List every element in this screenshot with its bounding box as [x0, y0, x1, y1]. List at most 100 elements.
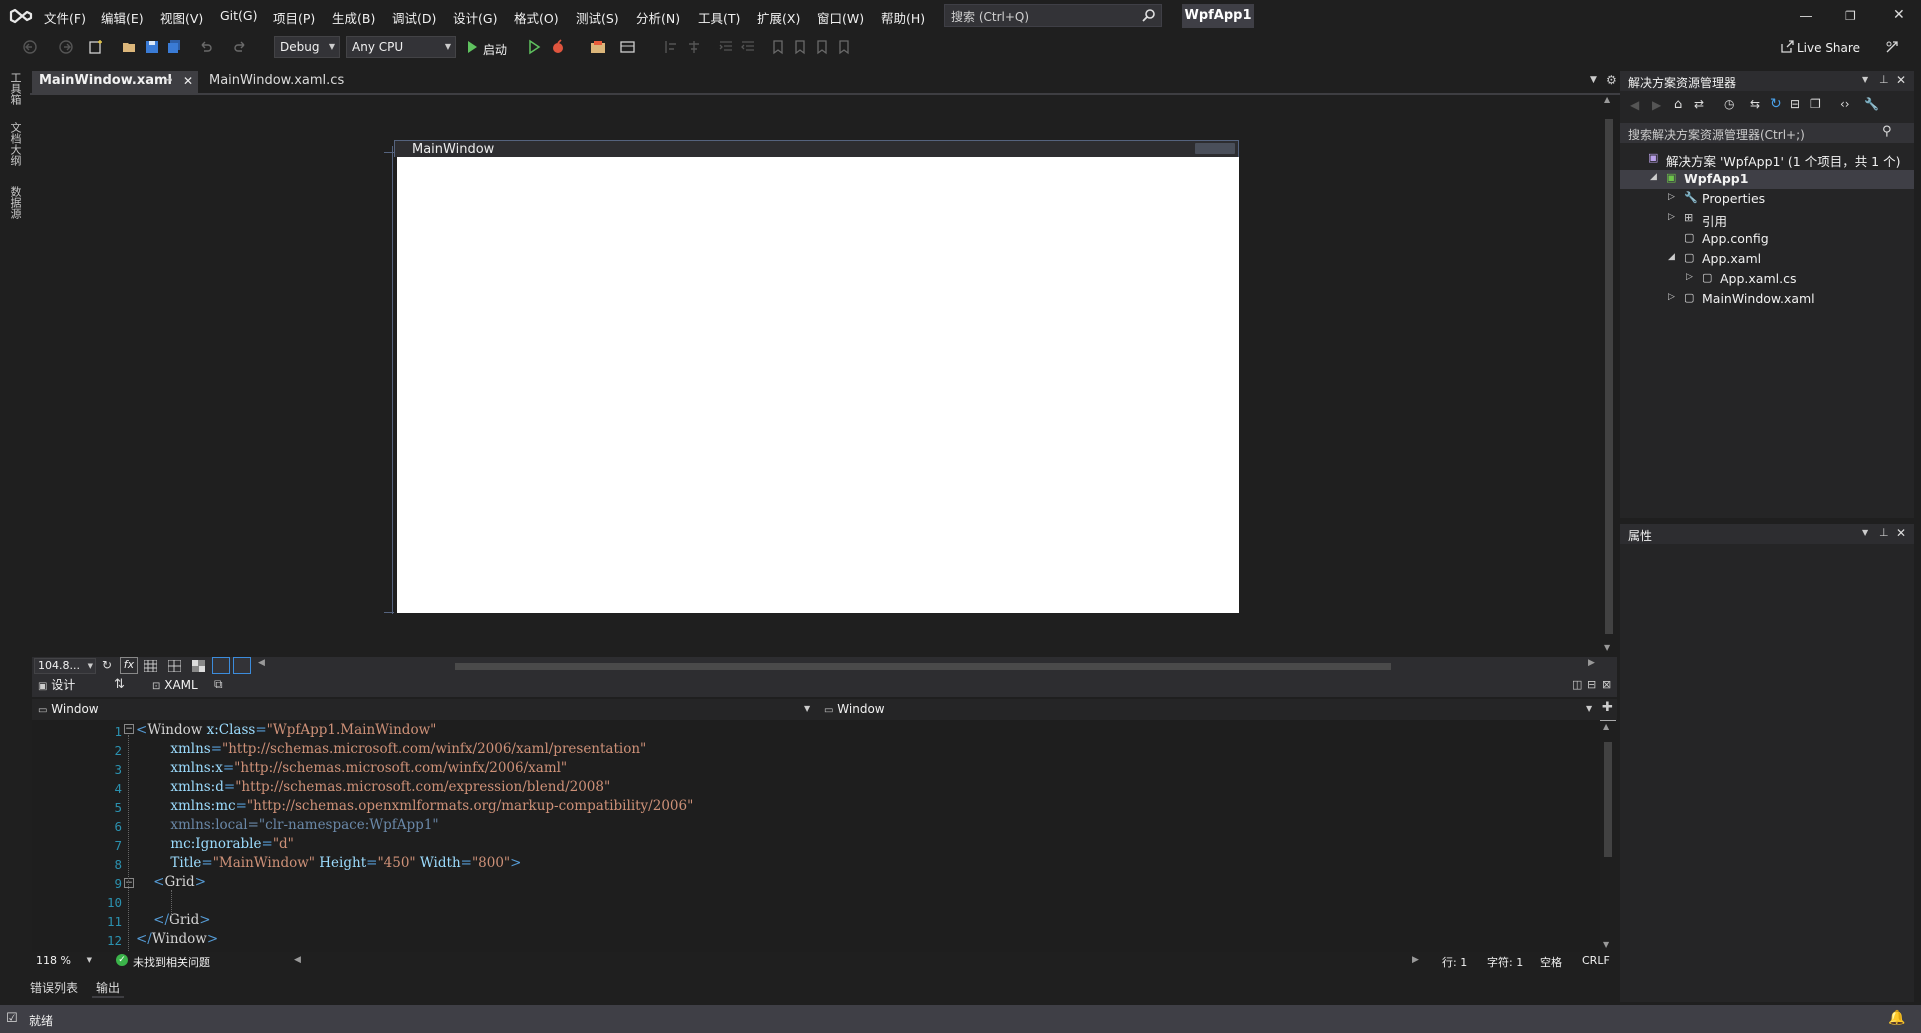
panel-menu-icon[interactable]: ▼ — [1862, 75, 1868, 84]
solution-tree-item[interactable]: ◢ ▢ App.xaml — [1620, 250, 1914, 269]
chevron-expanded-icon[interactable]: ◢ — [1650, 172, 1657, 182]
horizontal-split-icon[interactable]: ⊟ — [1587, 678, 1596, 691]
solution-explorer-search[interactable]: 搜索解决方案资源管理器(Ctrl+;) ⚲ — [1620, 123, 1914, 143]
properties-wrench-icon[interactable]: 🔧 — [1864, 97, 1879, 111]
forward-icon[interactable]: ▶ — [1652, 98, 1661, 112]
menu-extensions[interactable]: 扩展(X) — [757, 8, 800, 26]
menu-git[interactable]: Git(G) — [220, 8, 258, 26]
vertical-split-icon[interactable]: ◫ — [1572, 678, 1582, 691]
forward-icon[interactable] — [58, 39, 74, 55]
designer-zoom-select[interactable]: 104.8... ▼ — [34, 658, 96, 674]
code-line[interactable]: mc:Ignorable="d" — [136, 836, 294, 852]
notifications-bell-icon[interactable]: 🔔 — [1888, 1010, 1905, 1026]
scroll-left-icon[interactable]: ◀ — [258, 658, 265, 668]
feedback-icon[interactable] — [1884, 39, 1900, 55]
start-button[interactable]: 启动 — [483, 41, 507, 58]
menu-help[interactable]: 帮助(H) — [881, 8, 925, 26]
chevron-right-icon[interactable]: ▷ — [1686, 272, 1693, 282]
prev-bookmark-icon[interactable] — [792, 39, 808, 55]
design-pane-tab[interactable]: ▣ 设计 — [38, 677, 88, 695]
menu-window[interactable]: 窗口(W) — [817, 8, 864, 26]
show-all-files-icon[interactable]: ❐ — [1810, 97, 1821, 111]
designer-hscroll-thumb[interactable] — [455, 663, 1391, 670]
device-preview-button[interactable] — [233, 657, 251, 674]
code-line[interactable]: Title="MainWindow" Height="450" Width="8… — [136, 855, 521, 871]
save-icon[interactable] — [144, 39, 160, 55]
issues-indicator[interactable]: 未找到相关问题 — [133, 954, 210, 970]
menu-build[interactable]: 生成(B) — [332, 8, 375, 26]
refresh-icon[interactable]: ↻ — [102, 658, 112, 672]
add-split-icon[interactable]: ✚ — [1602, 700, 1613, 715]
panel-menu-icon[interactable]: ▼ — [1862, 528, 1868, 537]
pin-icon[interactable]: ⊸ — [164, 71, 172, 91]
solution-tree-item[interactable]: ▷ ▢ MainWindow.xaml — [1620, 290, 1914, 309]
menu-tools[interactable]: 工具(T) — [698, 8, 740, 26]
designed-window-body[interactable] — [397, 157, 1239, 613]
editor-zoom-select[interactable]: 118 % ▼ — [34, 953, 94, 969]
line-ending-indicator[interactable]: CRLF — [1582, 954, 1610, 967]
swap-panes-icon[interactable]: ⇅ — [114, 677, 125, 692]
menu-project[interactable]: 项目(P) — [273, 8, 315, 26]
scroll-down-icon[interactable]: ▼ — [1603, 940, 1609, 949]
switch-views-icon[interactable]: ⇄ — [1694, 97, 1704, 111]
menu-edit[interactable]: 编辑(E) — [101, 8, 144, 26]
menu-test[interactable]: 测试(S) — [576, 8, 619, 26]
search-icon[interactable]: ⚲ — [1882, 124, 1892, 139]
close-panel-icon[interactable]: ✕ — [1896, 73, 1906, 87]
code-line[interactable]: </Window> — [136, 931, 218, 947]
snap-to-snaplines-button[interactable] — [212, 657, 230, 674]
scroll-up-icon[interactable]: ▲ — [1603, 722, 1609, 731]
collapse-grid-icon[interactable]: − — [124, 878, 134, 888]
collapse-window-icon[interactable]: − — [124, 724, 134, 734]
close-panel-icon[interactable]: ✕ — [1896, 526, 1906, 540]
back-icon[interactable]: ◀ — [1630, 98, 1639, 112]
effects-toggle-button[interactable]: fx — [120, 657, 138, 674]
snap-grid-icon[interactable] — [168, 660, 181, 672]
tab-output[interactable]: 输出 — [92, 979, 125, 998]
global-search-input[interactable]: 搜索 (Ctrl+Q) — [944, 4, 1162, 27]
element-scope-select[interactable]: ▭ Window ▼ — [34, 701, 814, 718]
tab-overflow-icon[interactable]: ▼ — [1590, 75, 1597, 85]
browse-icon[interactable] — [590, 39, 606, 55]
align-left-icon[interactable] — [664, 39, 680, 55]
scroll-right-icon[interactable]: ▶ — [1588, 658, 1595, 668]
sync-icon[interactable]: ⇆ — [1750, 97, 1760, 111]
code-line[interactable]: xmlns:local="clr-namespace:WpfApp1" — [136, 817, 438, 833]
pending-changes-filter-icon[interactable]: ◷ — [1724, 97, 1734, 111]
data-sources-tab[interactable]: 数据源 — [8, 186, 22, 230]
chevron-right-icon[interactable]: ▷ — [1668, 292, 1675, 302]
chevron-expanded-icon[interactable]: ◢ — [1668, 252, 1675, 262]
close-tab-icon[interactable]: ✕ — [183, 71, 193, 91]
designed-window[interactable]: MainWindow — [394, 140, 1239, 613]
scroll-up-icon[interactable]: ▲ — [1604, 95, 1610, 104]
line-number-indicator[interactable]: 行: 1 — [1442, 954, 1467, 970]
menu-format[interactable]: 格式(O) — [514, 8, 559, 26]
code-vertical-scrollbar[interactable]: ▲ ▼ — [1600, 720, 1616, 952]
start-without-debug-icon[interactable] — [526, 39, 542, 55]
outdent-icon[interactable] — [740, 39, 756, 55]
settings-gear-icon[interactable]: ⚙ — [1606, 73, 1617, 87]
menu-analyze[interactable]: 分析(N) — [636, 8, 680, 26]
tab-mainwindow-xaml[interactable]: MainWindow.xaml ⊸ ✕ — [32, 71, 198, 93]
restore-icon[interactable]: ❐ — [1845, 9, 1856, 23]
xaml-code-editor[interactable]: 1 <Window x:Class="WpfApp1.MainWindow" 2 x… — [32, 720, 1600, 955]
pin-icon[interactable]: ⊥ — [1879, 526, 1889, 539]
code-line[interactable]: </Grid> — [136, 912, 210, 928]
open-folder-icon[interactable] — [122, 39, 138, 55]
menu-view[interactable]: 视图(V) — [160, 8, 203, 26]
code-line[interactable]: xmlns="http://schemas.microsoft.com/winf… — [136, 741, 646, 757]
layout-icon[interactable] — [620, 39, 636, 55]
solution-tree-item[interactable]: ▣ 解决方案 'WpfApp1' (1 个项目，共 1 个) — [1620, 150, 1914, 169]
designer-vertical-scrollbar[interactable]: ▲ ▼ — [1602, 95, 1616, 658]
grid-icon[interactable] — [144, 660, 157, 672]
code-line[interactable]: xmlns:d="http://schemas.microsoft.com/ex… — [136, 779, 610, 795]
document-outline-tab[interactable]: 文档大纲 — [8, 122, 22, 180]
code-line[interactable]: xmlns:x="http://schemas.microsoft.com/wi… — [136, 760, 567, 776]
whitespace-indicator[interactable]: 空格 — [1540, 954, 1562, 970]
redo-icon[interactable] — [232, 39, 248, 55]
clear-bookmarks-icon[interactable] — [836, 39, 852, 55]
scroll-left-icon[interactable]: ◀ — [294, 955, 301, 965]
new-project-icon[interactable] — [88, 39, 104, 55]
live-share-button[interactable]: Live Share — [1797, 41, 1860, 55]
undo-icon[interactable] — [198, 39, 214, 55]
